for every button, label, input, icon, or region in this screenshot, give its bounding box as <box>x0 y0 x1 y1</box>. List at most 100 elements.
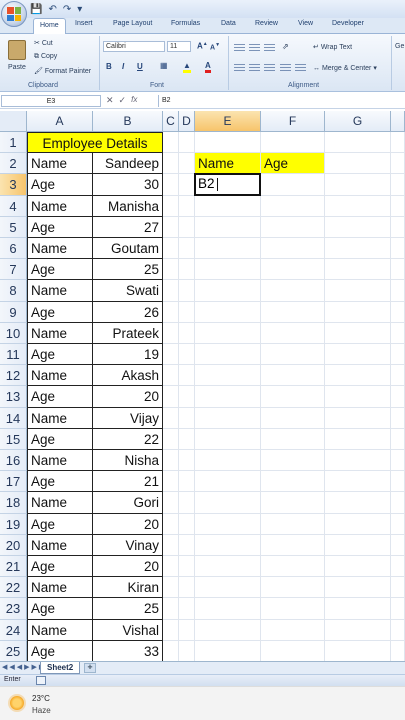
cell[interactable] <box>261 577 325 599</box>
copy-button[interactable]: ⧉ Copy <box>34 53 57 61</box>
column-header-b[interactable]: B <box>93 111 163 132</box>
cell[interactable] <box>261 238 325 260</box>
field-value-cell[interactable]: Nisha <box>93 450 163 472</box>
cell[interactable] <box>179 534 195 556</box>
cell[interactable] <box>179 238 195 260</box>
cell[interactable] <box>325 556 391 578</box>
row-header[interactable]: 16 <box>0 450 27 472</box>
row-header[interactable]: 19 <box>0 513 27 535</box>
row-header[interactable]: 20 <box>0 534 27 556</box>
cell[interactable] <box>391 577 405 599</box>
field-label-cell[interactable]: Name <box>27 195 93 217</box>
cell[interactable] <box>163 577 179 599</box>
field-value-cell[interactable]: Akash <box>93 365 163 387</box>
cell[interactable] <box>195 132 261 154</box>
field-value-cell[interactable]: 25 <box>93 598 163 620</box>
row-header[interactable]: 12 <box>0 365 27 387</box>
align-left-icon[interactable] <box>234 64 245 73</box>
field-label-cell[interactable]: Age <box>27 471 93 493</box>
cell[interactable] <box>261 534 325 556</box>
tab-developer[interactable]: Developer <box>332 20 364 27</box>
cell[interactable] <box>179 450 195 472</box>
row-header[interactable]: 2 <box>0 153 27 175</box>
cell[interactable] <box>391 450 405 472</box>
cell[interactable] <box>179 216 195 238</box>
column-header-d[interactable]: D <box>179 111 195 132</box>
top-align-icon[interactable] <box>234 44 245 53</box>
cell[interactable] <box>261 471 325 493</box>
cell[interactable] <box>325 619 391 641</box>
row-header[interactable]: 9 <box>0 301 27 323</box>
cell[interactable] <box>195 428 261 450</box>
cell[interactable] <box>179 280 195 302</box>
cell[interactable] <box>261 450 325 472</box>
row-header[interactable]: 11 <box>0 344 27 366</box>
field-value-cell[interactable]: Vijay <box>93 407 163 429</box>
cell[interactable] <box>179 556 195 578</box>
cell[interactable] <box>261 428 325 450</box>
field-label-cell[interactable]: Name <box>27 450 93 472</box>
row-header[interactable]: 10 <box>0 322 27 344</box>
field-label-cell[interactable]: Name <box>27 619 93 641</box>
cell[interactable] <box>195 619 261 641</box>
field-label-cell[interactable]: Name <box>27 322 93 344</box>
cell[interactable] <box>195 534 261 556</box>
cell[interactable] <box>179 598 195 620</box>
cell[interactable] <box>195 301 261 323</box>
row-header[interactable]: 21 <box>0 556 27 578</box>
field-label-cell[interactable]: Name <box>27 577 93 599</box>
align-right-icon[interactable] <box>264 64 275 73</box>
column-header-g[interactable]: G <box>325 111 391 132</box>
row-header[interactable]: 6 <box>0 238 27 260</box>
field-value-cell[interactable]: 21 <box>93 471 163 493</box>
cut-button[interactable]: ✂ Cut <box>34 39 53 47</box>
cell[interactable] <box>261 619 325 641</box>
cell[interactable] <box>261 640 325 662</box>
column-header-a[interactable]: A <box>27 111 93 132</box>
cell[interactable] <box>179 471 195 493</box>
bottom-align-icon[interactable] <box>264 44 275 53</box>
cell[interactable] <box>179 153 195 175</box>
field-value-cell[interactable]: Goutam <box>93 238 163 260</box>
cell[interactable] <box>195 492 261 514</box>
cell[interactable] <box>163 556 179 578</box>
cell[interactable] <box>195 259 261 281</box>
fill-color-icon[interactable]: ▲ <box>183 61 191 73</box>
cell[interactable] <box>325 450 391 472</box>
cell[interactable] <box>261 301 325 323</box>
cell[interactable] <box>325 344 391 366</box>
field-label-cell[interactable]: Age <box>27 428 93 450</box>
field-value-cell[interactable]: Swati <box>93 280 163 302</box>
row-header[interactable]: 4 <box>0 195 27 217</box>
cell[interactable] <box>163 238 179 260</box>
row-header[interactable]: 25 <box>0 640 27 662</box>
title-cell[interactable]: Employee Details <box>27 132 163 154</box>
insert-sheet-icon[interactable]: ✚ <box>84 663 96 673</box>
field-label-cell[interactable]: Age <box>27 556 93 578</box>
cell[interactable] <box>179 195 195 217</box>
field-label-cell[interactable]: Age <box>27 259 93 281</box>
field-value-cell[interactable]: Vishal <box>93 619 163 641</box>
italic-button[interactable]: I <box>122 62 124 71</box>
cell[interactable] <box>391 619 405 641</box>
select-all-corner[interactable] <box>0 111 27 132</box>
field-label-cell[interactable]: Name <box>27 280 93 302</box>
cell[interactable] <box>261 174 325 196</box>
header-age-cell[interactable]: Age <box>261 153 325 175</box>
cell[interactable] <box>261 344 325 366</box>
field-value-cell[interactable]: 20 <box>93 556 163 578</box>
tab-review[interactable]: Review <box>255 20 278 27</box>
cell[interactable] <box>391 238 405 260</box>
cell[interactable] <box>195 640 261 662</box>
shrink-font-button[interactable]: A▼ <box>210 42 220 51</box>
macro-record-icon[interactable] <box>36 676 46 685</box>
cell[interactable] <box>195 556 261 578</box>
cell[interactable] <box>391 492 405 514</box>
cell[interactable] <box>179 577 195 599</box>
cell[interactable] <box>163 365 179 387</box>
field-label-cell[interactable]: Name <box>27 153 93 175</box>
row-header[interactable]: 5 <box>0 216 27 238</box>
cell[interactable] <box>261 407 325 429</box>
name-box[interactable]: E3 <box>1 95 101 107</box>
tab-page-layout[interactable]: Page Layout <box>113 20 152 27</box>
